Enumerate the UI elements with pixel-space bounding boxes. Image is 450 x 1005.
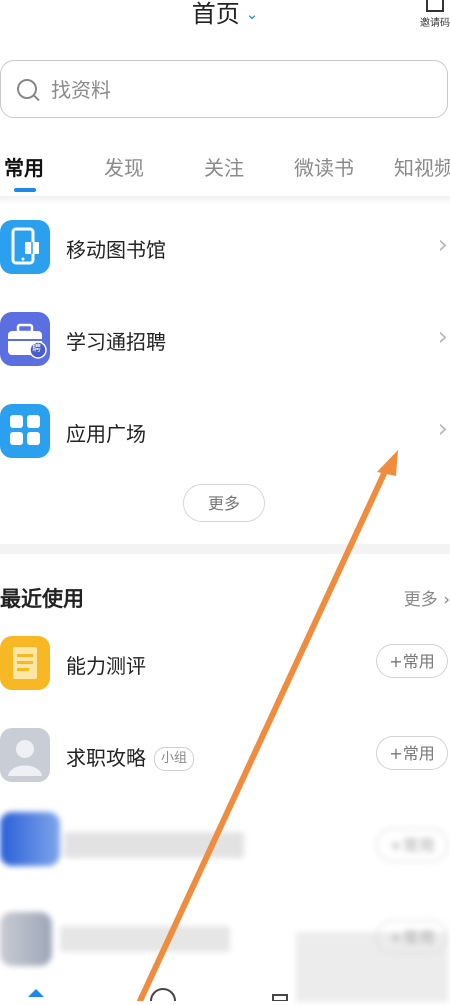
more-button[interactable]: 更多 [183, 484, 265, 522]
list-item-label: 移动图书馆 [66, 238, 166, 262]
chevron-right-icon: › [437, 414, 448, 444]
add-to-common-button[interactable]: +常用 [376, 736, 448, 770]
tab-discover[interactable]: 发现 [104, 152, 144, 181]
recent-item-blurred[interactable]: +常用 [0, 912, 450, 1002]
add-to-common-button[interactable]: +常用 [376, 828, 448, 862]
chevron-right-icon: › [437, 230, 448, 260]
add-to-common-button[interactable]: +常用 [376, 644, 448, 678]
list-item-recruitment[interactable]: 聘 学习通招聘 › [0, 304, 450, 394]
mobile-library-icon [0, 220, 50, 274]
list-item-label: 应用广场 [66, 422, 146, 446]
search-input[interactable] [49, 75, 413, 105]
blurred-text [64, 832, 244, 858]
tab-bar: 常用 发现 关注 微读书 知视频 [0, 140, 450, 190]
chevron-right-icon: › [437, 322, 448, 352]
chevron-down-icon: ⌄ [245, 5, 259, 23]
invite-label: 邀请码 [420, 18, 450, 29]
briefcase-icon: 聘 [0, 312, 50, 366]
qr-scan-icon [426, 0, 444, 12]
active-tab-indicator [14, 188, 36, 192]
tab-knowledge-video[interactable]: 知视频 [394, 152, 450, 181]
recent-item-job-guide[interactable]: 求职攻略 小组 +常用 [0, 728, 450, 808]
recent-item-ability-test[interactable]: 能力测评 +常用 [0, 636, 450, 716]
section-divider [0, 544, 450, 554]
tab-common[interactable]: 常用 [4, 152, 44, 181]
list-item-label: 学习通招聘 [66, 330, 166, 354]
list-item-mobile-library[interactable]: 移动图书馆 › [0, 212, 450, 302]
search-bar[interactable] [0, 60, 448, 118]
invite-button[interactable]: 邀请码 [420, 0, 450, 36]
bottom-navigation [0, 985, 450, 1002]
document-icon [0, 636, 50, 690]
recent-item-title: 求职攻略 [66, 746, 146, 770]
message-nav-icon[interactable] [148, 985, 176, 1002]
recruit-badge-text: 聘 [32, 344, 42, 354]
recent-item-blurred[interactable]: +常用 [0, 812, 450, 900]
tab-micro-reading[interactable]: 微读书 [294, 152, 354, 181]
recent-more-link[interactable]: 更多 › [404, 585, 450, 610]
list-item-app-square[interactable]: 应用广场 › [0, 396, 450, 486]
notes-nav-icon[interactable] [270, 985, 290, 1002]
section-title-recent: 最近使用 [0, 587, 84, 611]
search-icon [17, 79, 37, 99]
tab-bar-shadow [0, 196, 450, 204]
add-to-common-button[interactable]: +常用 [376, 920, 448, 954]
avatar-placeholder-icon [0, 728, 50, 782]
group-badge: 小组 [154, 747, 195, 771]
home-nav-icon[interactable] [26, 985, 46, 1001]
page-title[interactable]: 首页 ⌄ [0, 0, 450, 30]
blurred-thumbnail-icon [0, 912, 52, 966]
recent-more-label: 更多 [403, 590, 438, 610]
blurred-text [60, 926, 230, 952]
page-title-text: 首页 [191, 0, 240, 28]
blurred-thumbnail-icon [0, 812, 60, 866]
tab-follow[interactable]: 关注 [204, 152, 244, 181]
recent-item-label: 求职攻略 小组 [66, 742, 195, 771]
app-grid-icon [0, 404, 50, 458]
recent-item-label: 能力测评 [66, 654, 146, 678]
chevron-right-icon: › [437, 590, 450, 610]
